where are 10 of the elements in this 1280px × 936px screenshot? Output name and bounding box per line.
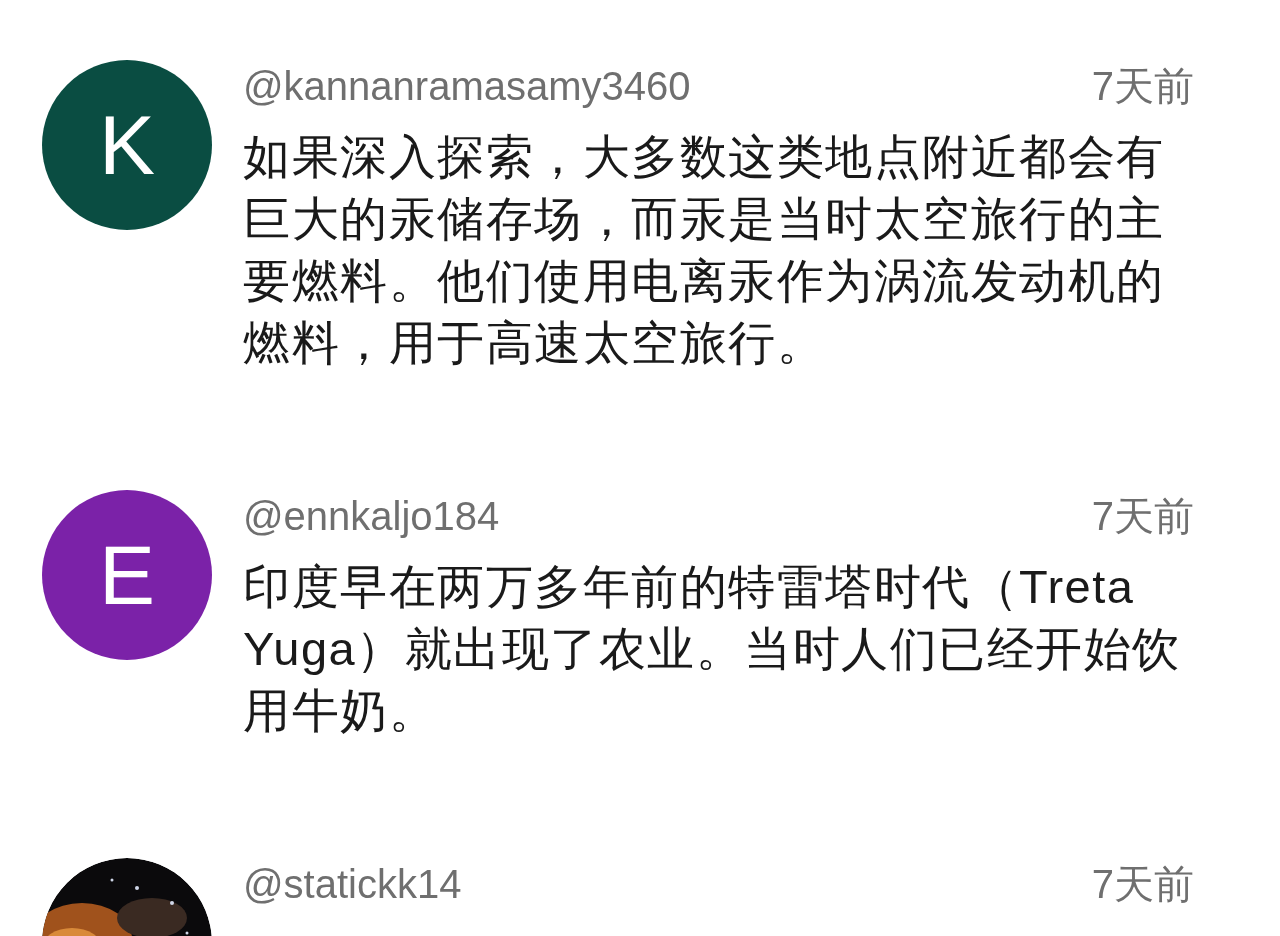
timestamp: 7天前 [1091, 861, 1194, 908]
username[interactable]: @ennkaljo184 [243, 490, 500, 542]
avatar[interactable]: K [42, 60, 212, 230]
username[interactable]: @statickk14 [243, 858, 462, 910]
comment-text: 印度早在两万多年前的特雷塔时代（Treta Yuga）就出现了农业。当时人们已经开始饮用牛奶。 [243, 559, 1182, 739]
timestamp: 7天前 [1091, 63, 1194, 110]
timestamp: 7天前 [1091, 493, 1194, 540]
username[interactable]: @kannanramasamy3460 [243, 60, 691, 112]
avatar[interactable]: E [42, 490, 212, 660]
comment-text: 如果深入探索，大多数这类地点附近都会有巨大的汞储存场，而汞是当时太空旅行的主要燃料。他们使用电离汞作为涡流发动机的燃料，用于高速太空旅行。 [243, 129, 1166, 371]
